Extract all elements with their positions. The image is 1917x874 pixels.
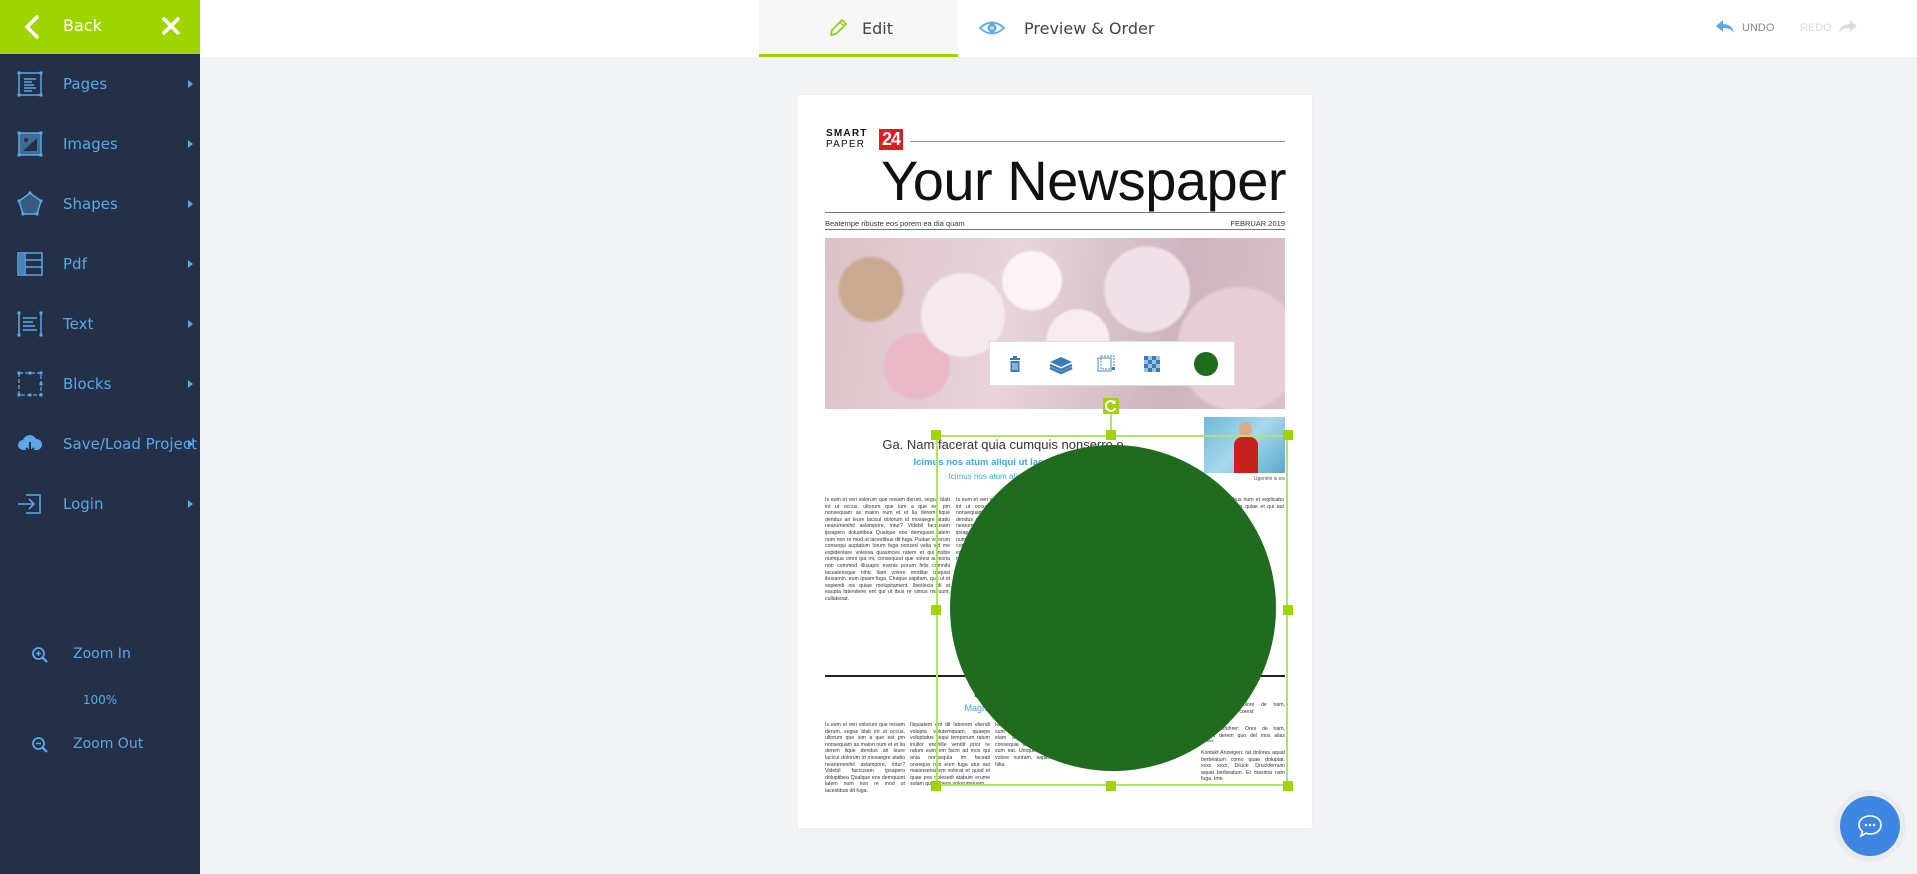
sidebar-item-shapes[interactable]: Shapes bbox=[0, 174, 200, 234]
close-icon[interactable] bbox=[160, 15, 182, 37]
sidebar-item-label: Save/Load Project bbox=[63, 435, 197, 453]
pentagon-icon bbox=[17, 191, 43, 216]
top-bar: Edit Preview & Order UNDO REDO bbox=[200, 0, 1917, 57]
trash-icon bbox=[1010, 356, 1020, 372]
undo-icon bbox=[1716, 20, 1734, 33]
caret-right-icon bbox=[188, 200, 193, 208]
title-rule bbox=[825, 212, 1285, 213]
redo-label: REDO bbox=[1800, 22, 1832, 34]
back-label: Back bbox=[63, 16, 102, 35]
color-swatch-button[interactable] bbox=[1194, 352, 1218, 376]
sidebar-item-login[interactable]: Login bbox=[0, 474, 200, 534]
sidebar-item-label: Pages bbox=[63, 75, 108, 93]
chat-bubble-icon bbox=[1858, 815, 1882, 838]
layers-button[interactable] bbox=[1048, 353, 1074, 375]
newspaper-title[interactable]: Your Newspaper bbox=[826, 151, 1286, 211]
resize-handle-top-left[interactable] bbox=[931, 430, 941, 440]
tab-label: Edit bbox=[862, 19, 893, 38]
photo-head bbox=[1239, 422, 1252, 437]
logo-line2: PAPER bbox=[826, 139, 866, 150]
newspaper-subline[interactable]: Beatempe ribuste eos porem ea dia quam bbox=[825, 219, 965, 228]
image-icon bbox=[17, 131, 43, 157]
caret-right-icon bbox=[188, 440, 193, 448]
imprint-contact[interactable]: Kontakt Anzeigen: tat dolores aquat berb… bbox=[1201, 750, 1285, 790]
checkerboard-icon bbox=[1144, 356, 1160, 372]
zoom-in-label: Zoom In bbox=[73, 646, 131, 662]
shape-toolbar bbox=[989, 341, 1235, 386]
resize-handle-left[interactable] bbox=[931, 605, 941, 615]
sidebar: Back Pages Images Shapes Pdf Text Blocks… bbox=[0, 0, 200, 874]
layers-icon bbox=[1049, 357, 1073, 375]
subline-rule bbox=[825, 229, 1285, 230]
sidebar-item-text[interactable]: Text bbox=[0, 294, 200, 354]
pdf-layout-icon bbox=[17, 252, 43, 276]
sidebar-item-label: Pdf bbox=[63, 255, 87, 273]
article1-photo-man-red-sweater[interactable] bbox=[1204, 417, 1285, 473]
zoom-out-label: Zoom Out bbox=[73, 736, 144, 752]
redo-button[interactable]: REDO bbox=[1800, 17, 1860, 39]
rotate-handle[interactable] bbox=[1103, 398, 1119, 414]
pages-icon bbox=[17, 71, 43, 97]
rotate-icon bbox=[1104, 399, 1117, 412]
zoom-in-icon bbox=[32, 647, 48, 663]
sidebar-item-label: Images bbox=[63, 135, 118, 153]
zoom-in-button[interactable]: Zoom In bbox=[0, 637, 200, 673]
resize-handle-bottom-right[interactable] bbox=[1283, 781, 1293, 791]
resize-handle-top[interactable] bbox=[1106, 430, 1116, 440]
tab-edit[interactable]: Edit bbox=[759, 0, 958, 57]
logo-line1: SMART bbox=[826, 128, 868, 139]
caret-right-icon bbox=[188, 380, 193, 388]
zoom-out-icon bbox=[32, 737, 48, 753]
border-square-icon bbox=[1097, 355, 1115, 372]
newspaper-date[interactable]: FEBRUAR 2019 bbox=[1230, 219, 1285, 228]
zoom-out-button[interactable]: Zoom Out bbox=[0, 727, 200, 763]
caret-right-icon bbox=[188, 140, 193, 148]
caret-right-icon bbox=[188, 260, 193, 268]
undo-button[interactable]: UNDO bbox=[1715, 17, 1775, 39]
sidebar-item-blocks[interactable]: Blocks bbox=[0, 354, 200, 414]
zoom-level: 100% bbox=[82, 693, 118, 707]
cloud-download-icon bbox=[18, 435, 43, 454]
text-icon bbox=[17, 311, 43, 337]
article2-col2[interactable]: Iliquiatem ent dit laborem eliendi volup… bbox=[910, 722, 990, 802]
caret-right-icon bbox=[188, 500, 193, 508]
eye-icon bbox=[978, 21, 1006, 35]
redo-icon bbox=[1839, 20, 1857, 33]
caret-right-icon bbox=[188, 320, 193, 328]
sidebar-item-pages[interactable]: Pages bbox=[0, 54, 200, 114]
chat-button[interactable] bbox=[1840, 796, 1900, 856]
article2-col1[interactable]: Is eum et veri volorum que nosam derum, … bbox=[825, 722, 905, 802]
logo-number: 24 bbox=[879, 129, 903, 150]
resize-handle-right[interactable] bbox=[1283, 605, 1293, 615]
sidebar-item-images[interactable]: Images bbox=[0, 114, 200, 174]
selected-circle-shape[interactable] bbox=[950, 445, 1276, 771]
caret-right-icon bbox=[188, 80, 193, 88]
resize-handle-bottom[interactable] bbox=[1106, 781, 1116, 791]
article1-body[interactable]: Is eum et veri volorum que nosam derum, … bbox=[825, 497, 950, 637]
chevron-left-icon bbox=[25, 15, 39, 39]
tab-label: Preview & Order bbox=[1024, 19, 1155, 38]
sidebar-item-label: Text bbox=[63, 315, 94, 333]
sidebar-item-save-load-project[interactable]: Save/Load Project bbox=[0, 414, 200, 474]
login-icon bbox=[18, 494, 41, 514]
delete-button[interactable] bbox=[1004, 353, 1026, 375]
smartpaper24-logo: SMART PAPER 24 bbox=[826, 129, 906, 151]
border-button[interactable] bbox=[1095, 353, 1117, 375]
sidebar-item-label: Login bbox=[63, 495, 104, 513]
sidebar-item-pdf[interactable]: Pdf bbox=[0, 234, 200, 294]
blocks-icon bbox=[17, 371, 43, 397]
resize-handle-top-right[interactable] bbox=[1283, 430, 1293, 440]
photo-person bbox=[1234, 437, 1258, 473]
sidebar-item-label: Shapes bbox=[63, 195, 118, 213]
transparency-button[interactable] bbox=[1141, 353, 1163, 375]
header-rule bbox=[910, 141, 1285, 142]
tab-preview-order[interactable]: Preview & Order bbox=[958, 0, 1170, 57]
back-button[interactable]: Back bbox=[0, 0, 200, 54]
undo-label: UNDO bbox=[1742, 22, 1775, 34]
pencil-icon bbox=[830, 19, 847, 36]
sidebar-item-label: Blocks bbox=[63, 375, 112, 393]
resize-handle-bottom-left[interactable] bbox=[931, 781, 941, 791]
